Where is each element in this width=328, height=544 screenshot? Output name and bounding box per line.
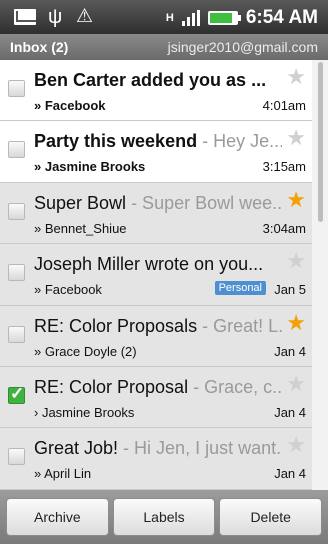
message-date: Jan 4 [274, 343, 306, 359]
message-subject: RE: Color Proposal [34, 376, 189, 397]
message-sender: » April Lin [34, 466, 92, 482]
label-badge: Personal [214, 281, 266, 296]
select-checkbox[interactable] [8, 384, 25, 404]
star-icon[interactable]: ★ [286, 127, 306, 149]
status-bar: ψ ⚠ H 6:54 AM [0, 0, 328, 34]
message-snippet: - Hey Je... [197, 131, 282, 152]
action-bar: Archive Labels Delete [0, 490, 328, 544]
warning-icon: ⚠ [76, 6, 94, 27]
signal-icon [181, 10, 200, 26]
message-snippet: - Great! L... [202, 315, 282, 336]
notification-icons: ψ ⚠ [14, 6, 96, 28]
select-checkbox[interactable] [8, 325, 25, 343]
message-row[interactable]: Party this weekend - Hey Je... ★ » Jasmine… [0, 121, 312, 183]
message-row[interactable]: Super Bowl - Super Bowl wee... ★ » Bennet_… [0, 182, 312, 245]
message-date: Jan 5 [274, 282, 306, 298]
account-email: jsinger2010@gmail.com [167, 39, 318, 55]
message-snippet: - Super Bowl wee... [126, 192, 282, 213]
star-icon[interactable]: ★ [286, 434, 306, 456]
message-date: 4:01am [262, 98, 306, 113]
message-sender: » Jasmine Brooks [34, 159, 146, 175]
message-line: RE: Color Proposal - Grace, c... [34, 377, 282, 398]
message-subject: RE: Color Proposals [34, 315, 198, 336]
message-sender: » Grace Doyle (2) [34, 343, 137, 359]
star-icon[interactable]: ★ [286, 188, 306, 211]
message-line: Great Job! - Hi Jen, I just want... [34, 438, 282, 459]
message-line: Joseph Miller wrote on you... [34, 254, 282, 275]
message-line: Ben Carter added you as ... [34, 70, 282, 91]
scrollbar-thumb[interactable] [318, 62, 323, 222]
message-line: Party this weekend - Hey Je... [34, 131, 282, 152]
message-subject: Party this weekend [34, 131, 198, 152]
message-sender: » Facebook [34, 98, 106, 113]
message-row[interactable]: Joseph Miller wrote on you... ★ » Facebook… [0, 244, 312, 306]
message-date: 3:15am [262, 159, 306, 175]
message-snippet: - Hi Jen, I just want... [118, 438, 282, 459]
message-sender: » Facebook [34, 282, 102, 298]
usb-icon: ψ [48, 6, 63, 28]
star-icon[interactable]: ★ [286, 66, 306, 88]
message-date: Jan 4 [274, 404, 306, 420]
message-subject: Joseph Miller wrote on you... [34, 254, 264, 275]
select-checkbox[interactable] [8, 80, 25, 97]
select-checkbox[interactable] [8, 264, 25, 282]
message-sender: › Jasmine Brooks [34, 404, 135, 420]
battery-icon [207, 11, 241, 25]
select-checkbox[interactable] [8, 448, 25, 466]
network-type: H [165, 12, 174, 24]
delete-button[interactable]: Delete [219, 498, 323, 536]
mail-icon [14, 9, 36, 25]
message-subject: Super Bowl [34, 192, 127, 213]
account-bar: Inbox (2) jsinger2010@gmail.com [0, 34, 328, 60]
labels-button[interactable]: Labels [112, 498, 216, 536]
message-subject: Ben Carter added you as ... [34, 70, 267, 90]
message-subject: Great Job! [34, 438, 119, 459]
message-row[interactable]: RE: Color Proposal - Grace, c...★ › Jasmi… [0, 366, 312, 429]
archive-button[interactable]: Archive [6, 498, 109, 536]
folder-title: Inbox (2) [10, 39, 69, 55]
message-sender: » Bennet_Shiue [34, 220, 127, 236]
select-checkbox[interactable] [8, 141, 25, 159]
message-row[interactable]: Great Job! - Hi Jen, I just want... ★ » Ap… [0, 428, 312, 490]
message-row[interactable]: Ben Carter added you as ... ★ » Facebook 4:… [0, 60, 312, 122]
message-line: RE: Color Proposals - Great! L... [34, 316, 282, 337]
message-date: Jan 4 [274, 466, 306, 482]
message-line: Super Bowl - Super Bowl wee... [34, 193, 282, 214]
star-icon[interactable]: ★ [286, 311, 306, 334]
system-indicators: H 6:54 AM [166, 7, 318, 29]
message-row[interactable]: RE: Color Proposals - Great! L...★ » Grac… [0, 305, 312, 367]
select-checkbox[interactable] [8, 202, 25, 220]
clock: 6:54 AM [245, 7, 318, 28]
star-icon[interactable]: ★ [286, 250, 306, 272]
message-snippet: - Grace, c... [188, 376, 282, 397]
message-list: Ben Carter added you as ... ★ » Facebook 4:… [0, 60, 312, 490]
star-icon[interactable]: ★ [286, 372, 306, 395]
message-date: 3:04am [262, 220, 306, 236]
